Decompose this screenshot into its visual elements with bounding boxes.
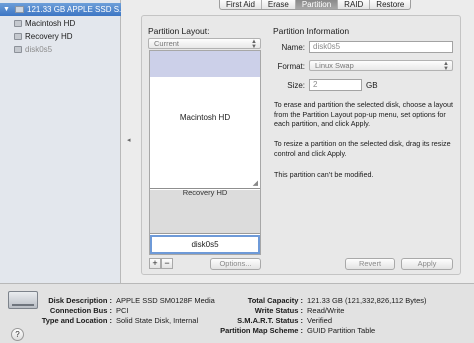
format-popup[interactable]: Linux Swap ▲ ▼ <box>309 60 453 72</box>
sidebar: ▼ 121.33 GB APPLE SSD S... Macintosh HD … <box>0 0 121 283</box>
partition-block-disk0s5[interactable]: disk0s5 <box>150 235 260 254</box>
size-field[interactable]: 2 <box>309 79 362 91</box>
partition-name: disk0s5 <box>191 240 219 249</box>
apply-button[interactable]: Apply <box>401 258 453 270</box>
resize-handle-icon[interactable]: ◢ <box>253 179 258 187</box>
type-location-label: Type and Location : <box>41 316 112 325</box>
options-button[interactable]: Options... <box>210 258 261 270</box>
disk-label: 121.33 GB APPLE SSD S... <box>27 5 121 14</box>
volume-icon <box>14 20 22 27</box>
smart-status-label: S.M.A.R.T. Status : <box>237 316 303 325</box>
sidebar-item-macintosh-hd[interactable]: Macintosh HD <box>14 18 75 29</box>
smart-status-value: Verified <box>307 316 333 325</box>
tab-first-aid[interactable]: First Aid <box>220 0 262 9</box>
sidebar-item-recovery-hd[interactable]: Recovery HD <box>14 31 73 42</box>
partition-status-note: This partition can’t be modified. <box>274 170 374 179</box>
size-label: Size: <box>287 81 305 90</box>
split-view-divider[interactable]: ◂ <box>121 0 135 283</box>
tab-partition[interactable]: Partition <box>295 0 339 9</box>
popup-arrows-icon: ▲ ▼ <box>443 61 449 72</box>
write-status-label: Write Status : <box>254 306 303 315</box>
partition-map-value: GUID Partition Table <box>307 326 376 335</box>
erase-instructions: To erase and partition the selected disk… <box>274 100 453 128</box>
total-capacity-label: Total Capacity : <box>247 296 303 305</box>
resize-instructions: To resize a partition on the selected di… <box>274 139 451 158</box>
name-field[interactable]: disk0s5 <box>309 41 453 53</box>
partition-map-label: Partition Map Scheme : <box>220 326 303 335</box>
tab-raid[interactable]: RAID <box>338 0 371 9</box>
popup-arrows-icon: ▲ ▼ <box>251 39 257 50</box>
help-button[interactable]: ? <box>11 328 24 341</box>
type-location-value: Solid State Disk, Internal <box>116 316 199 325</box>
connection-bus-label: Connection Bus : <box>49 306 112 315</box>
volume-icon <box>14 46 22 53</box>
partition-usage-bar <box>150 51 260 77</box>
partition-block-macintosh-hd[interactable]: Macintosh HD ◢ <box>150 51 260 189</box>
add-partition-button[interactable]: + <box>149 258 161 269</box>
partition-layout-popup[interactable]: Current ▲ ▼ <box>148 38 261 50</box>
total-capacity-value: 121.33 GB (121,332,826,112 Bytes) <box>307 296 427 305</box>
partition-layout-value: Current <box>154 39 180 48</box>
volume-label: Recovery HD <box>25 32 73 41</box>
name-label: Name: <box>281 43 305 52</box>
remove-partition-button[interactable]: − <box>161 258 173 269</box>
volume-icon <box>14 33 22 40</box>
format-label: Format: <box>277 62 305 71</box>
tab-restore[interactable]: Restore <box>370 0 410 9</box>
partition-block-recovery-hd[interactable]: Recovery HD <box>150 188 260 234</box>
size-unit: GB <box>366 81 378 90</box>
disk-icon <box>15 6 24 13</box>
partition-layout-title: Partition Layout: <box>148 26 210 36</box>
format-value: Linux Swap <box>315 61 354 70</box>
disk-description-value: APPLE SSD SM0128F Media <box>116 296 215 305</box>
sidebar-item-disk0s5[interactable]: disk0s5 <box>14 44 52 55</box>
disclosure-triangle-icon[interactable]: ▼ <box>3 3 10 16</box>
volume-label: Macintosh HD <box>25 19 76 28</box>
write-status-value: Read/Write <box>307 306 345 315</box>
sidebar-item-disk[interactable]: ▼ 121.33 GB APPLE SSD S... <box>0 3 121 16</box>
volume-label: disk0s5 <box>25 45 53 54</box>
tab-erase[interactable]: Erase <box>262 0 296 9</box>
splitter-grip-icon: ◂ <box>127 137 131 144</box>
connection-bus-value: PCI <box>116 306 129 315</box>
disk-description-label: Disk Description : <box>48 296 112 305</box>
partition-name: Recovery HD <box>182 188 228 197</box>
revert-button[interactable]: Revert <box>345 258 395 270</box>
partition-layout-map: Macintosh HD ◢ Recovery HD disk0s5 <box>149 50 261 255</box>
partition-information-title: Partition Information <box>273 26 350 36</box>
partition-name: Macintosh HD <box>179 113 231 122</box>
disk-info-bar: ? Disk Description : Connection Bus : Ty… <box>0 283 474 343</box>
tab-bar: First Aid Erase Partition RAID Restore <box>219 0 412 10</box>
